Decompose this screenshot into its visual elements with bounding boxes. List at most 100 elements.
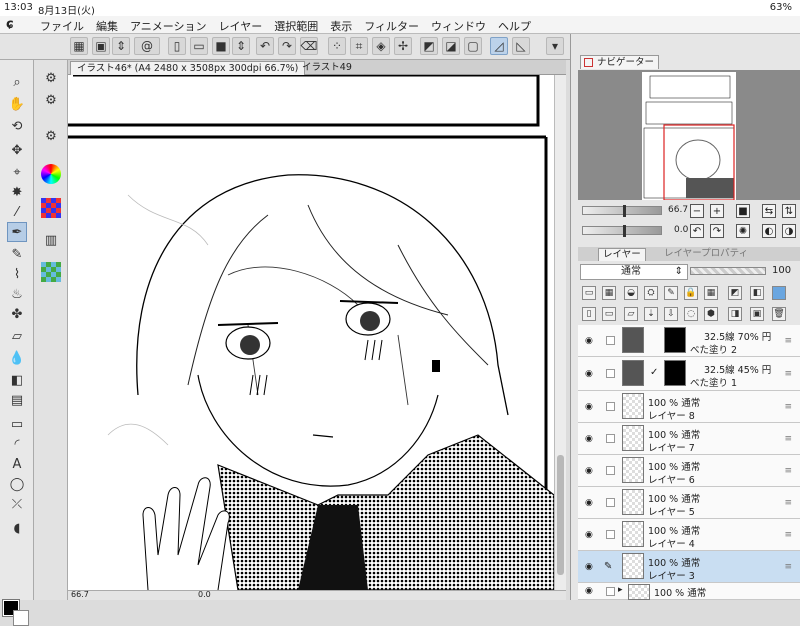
eye-icon[interactable]: ◉ <box>585 562 593 572</box>
eye-icon[interactable]: ◉ <box>585 466 593 476</box>
merge-down-icon[interactable]: ⇩ <box>664 307 678 321</box>
frame-tool-icon[interactable]: ◜ <box>7 434 27 454</box>
tone-icon[interactable]: ◪ <box>442 37 460 55</box>
tab-navigator[interactable]: ナビゲーター <box>580 55 660 69</box>
eraser-icon[interactable]: ▱ <box>7 326 27 346</box>
color-wheel-icon[interactable] <box>41 164 61 184</box>
sub-tool-settings-icon[interactable]: ⚙ <box>41 68 61 88</box>
eye-icon[interactable]: ◉ <box>585 530 593 540</box>
grid-view-icon[interactable]: ▦ <box>70 37 88 55</box>
eye-icon[interactable]: ◉ <box>585 586 593 596</box>
layer-color-icon[interactable]: ▭ <box>582 286 596 300</box>
canvas-vertical-scrollbar[interactable] <box>554 75 566 590</box>
scroll-thumb[interactable] <box>557 455 564 575</box>
export-icon[interactable]: ⇕ <box>232 37 250 55</box>
navigator-zoom-value[interactable]: 66.7 <box>668 205 688 215</box>
tool-property-icon[interactable]: ⚙ <box>41 90 61 110</box>
rotation-slider[interactable] <box>582 225 662 237</box>
up-down-icon[interactable]: ⇕ <box>112 37 130 55</box>
rotation-readout[interactable]: 0.0 <box>198 590 211 599</box>
menu-view[interactable]: 表示 <box>330 18 352 34</box>
layer-row-7[interactable]: ◉ 100 % 通常 レイヤー 7 ≡ <box>578 423 800 455</box>
eye-icon[interactable]: ◉ <box>585 369 593 379</box>
zoom-in-icon[interactable]: + <box>710 204 724 218</box>
save-icon[interactable]: ■ <box>212 37 230 55</box>
brush-tool-icon[interactable]: ⌇ <box>7 264 27 284</box>
apply-mask-icon[interactable]: ▣ <box>750 307 764 321</box>
zoom-tool-icon[interactable]: ⌕ <box>7 72 27 92</box>
hide-selection-icon[interactable]: ◩ <box>420 37 438 55</box>
layer-checkbox[interactable] <box>606 369 615 378</box>
eye-icon[interactable]: ◉ <box>585 498 593 508</box>
zoom-slider[interactable] <box>582 205 662 217</box>
material-icon[interactable]: ▥ <box>41 230 61 250</box>
pen-tool-icon[interactable]: ✒ <box>7 222 27 242</box>
navigator-rotation-value[interactable]: 0.0 <box>674 225 688 235</box>
layer-row-fill-2[interactable]: ◉ 32.5線 70% 円 べた塗り 2 ≡ <box>578 325 800 357</box>
transform-icon[interactable]: ✢ <box>394 37 412 55</box>
eyedropper-icon[interactable]: ⁄ <box>7 202 27 222</box>
layer-row-partial[interactable]: ◉ ▸ 100 % 通常 <box>578 583 800 600</box>
airbrush-icon[interactable]: ♨ <box>7 284 27 304</box>
menu-window[interactable]: ウィンドウ <box>431 18 486 34</box>
pencil-tool-icon[interactable]: ✎ <box>7 244 27 264</box>
lock-layer-icon[interactable]: 🔒 <box>684 286 698 300</box>
draft-layer-icon[interactable]: ✎ <box>664 286 678 300</box>
rotate-left-icon[interactable]: ↶ <box>690 224 704 238</box>
fill-bucket-icon[interactable]: ◈ <box>372 37 390 55</box>
flip-horizontal-icon[interactable]: ⇆ <box>762 204 776 218</box>
opacity-value[interactable]: 100 <box>772 265 791 276</box>
layer-checkbox[interactable] <box>606 336 615 345</box>
opacity-slider[interactable] <box>690 267 766 275</box>
tab-illustration-49[interactable]: イラスト49 <box>296 61 358 75</box>
figure-tool-icon[interactable]: ▭ <box>7 414 27 434</box>
drag-handle-icon[interactable]: ≡ <box>784 336 792 346</box>
correct-line-icon[interactable]: ⤫ <box>7 494 27 514</box>
ruler-snap-icon[interactable]: ◿ <box>490 37 508 55</box>
reference-layer-icon[interactable]: ⛭ <box>644 286 658 300</box>
drawing-canvas[interactable] <box>68 75 554 590</box>
clear-icon[interactable]: ⌫ <box>300 37 318 55</box>
toolbar-menu-icon[interactable]: ▾ <box>546 37 564 55</box>
new-vector-icon[interactable]: ▭ <box>602 307 616 321</box>
eye-icon[interactable]: ◉ <box>585 402 593 412</box>
transfer-down-icon[interactable]: ⇣ <box>644 307 658 321</box>
tab-layer[interactable]: レイヤー <box>598 248 646 261</box>
flip-lr-icon[interactable]: ◐ <box>762 224 776 238</box>
rotate-tool-icon[interactable]: ⟲ <box>7 116 27 136</box>
app-logo-icon[interactable]: ɕ <box>6 17 14 32</box>
layer-checkbox[interactable] <box>606 402 615 411</box>
gradient-tool-icon[interactable]: ▤ <box>7 390 27 410</box>
new-raster-icon[interactable]: ▯ <box>582 307 596 321</box>
eye-icon[interactable]: ◉ <box>585 336 593 346</box>
perspective-icon[interactable]: ◺ <box>512 37 530 55</box>
menu-edit[interactable]: 編集 <box>96 18 118 34</box>
drag-handle-icon[interactable]: ≡ <box>784 562 792 572</box>
layer-color-change-icon[interactable]: ◧ <box>750 286 764 300</box>
drag-handle-icon[interactable]: ≡ <box>784 530 792 540</box>
folder-arrow-icon[interactable]: ▸ <box>618 585 623 595</box>
select-all-icon[interactable]: ⁘ <box>328 37 346 55</box>
auto-select-icon[interactable]: ✸ <box>7 182 27 202</box>
color-set-icon[interactable] <box>41 198 61 218</box>
spiral-icon[interactable]: @ <box>134 37 160 55</box>
drag-handle-icon[interactable]: ≡ <box>784 369 792 379</box>
zoom-out-icon[interactable]: − <box>690 204 704 218</box>
menu-filter[interactable]: フィルター <box>364 18 419 34</box>
menu-help[interactable]: ヘルプ <box>498 18 531 34</box>
fit-screen-icon[interactable]: ■ <box>736 204 750 218</box>
palette-color-icon[interactable]: ▦ <box>602 286 616 300</box>
zoom-readout[interactable]: 66.7 <box>71 590 89 599</box>
screen-mode-icon[interactable]: ▣ <box>92 37 110 55</box>
open-folder-icon[interactable]: ▭ <box>190 37 208 55</box>
decoration-tool-icon[interactable]: ✤ <box>7 304 27 324</box>
balloon-tool-icon[interactable]: ◯ <box>7 474 27 494</box>
layer-color-swatch-icon[interactable] <box>772 286 786 300</box>
reset-rotation-icon[interactable]: ✺ <box>736 224 750 238</box>
drag-handle-icon[interactable]: ≡ <box>784 466 792 476</box>
new-file-icon[interactable]: ▯ <box>168 37 186 55</box>
menu-layer[interactable]: レイヤー <box>219 18 263 34</box>
menu-selection[interactable]: 選択範囲 <box>274 18 318 34</box>
rotation-slider-knob[interactable] <box>623 225 626 237</box>
layer-row-6[interactable]: ◉ 100 % 通常 レイヤー 6 ≡ <box>578 455 800 487</box>
